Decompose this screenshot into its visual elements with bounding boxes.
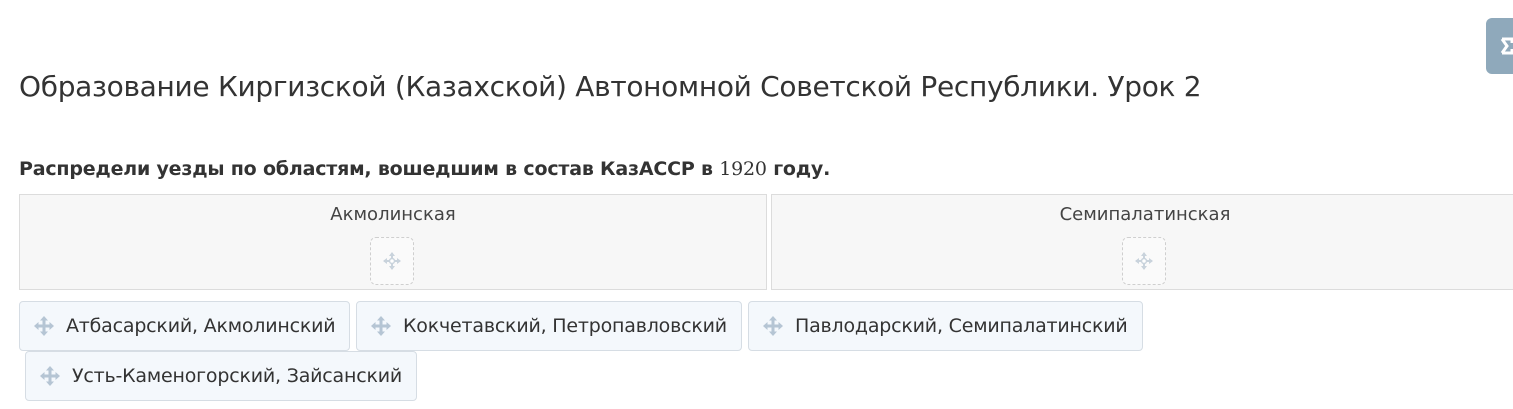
draggable-item[interactable]: Павлодарский, Семипалатинский: [748, 301, 1143, 351]
move-icon: [371, 316, 391, 336]
move-icon: [40, 366, 60, 386]
task-year: 1920: [719, 158, 767, 180]
move-icon: [763, 316, 783, 336]
task-suffix: году.: [766, 158, 831, 180]
move-icon: [383, 252, 401, 270]
draggable-item[interactable]: Атбасарский, Акмолинский: [19, 301, 350, 351]
category-akmolinskaya: Акмолинская: [19, 194, 767, 290]
item-label: Усть-Каменогорский, Зайсанский: [72, 365, 403, 387]
item-label: Атбасарский, Акмолинский: [66, 315, 336, 337]
draggable-item[interactable]: Кокчетавский, Петропавловский: [356, 301, 742, 351]
drop-zone[interactable]: [370, 237, 414, 285]
move-icon: [34, 316, 54, 336]
task-text: Распредели уезды по областям, вошедшим в…: [19, 158, 720, 180]
page-title: Образование Киргизской (Казахской) Автон…: [19, 70, 1202, 103]
category-label: Акмолинская: [330, 204, 456, 225]
task-instruction: Распредели уезды по областям, вошедшим в…: [19, 158, 830, 180]
item-label: Павлодарский, Семипалатинский: [795, 315, 1128, 337]
category-label: Семипалатинская: [1059, 204, 1231, 225]
draggable-item[interactable]: Усть-Каменогорский, Зайсанский: [25, 351, 417, 401]
drop-zone[interactable]: [1122, 237, 1166, 285]
item-label: Кокчетавский, Петропавловский: [403, 315, 727, 337]
move-icon: [1135, 252, 1153, 270]
expand-icon: [1500, 37, 1513, 55]
fullscreen-button[interactable]: [1486, 18, 1513, 74]
category-semipalatinskaya: Семипалатинская: [771, 194, 1513, 290]
